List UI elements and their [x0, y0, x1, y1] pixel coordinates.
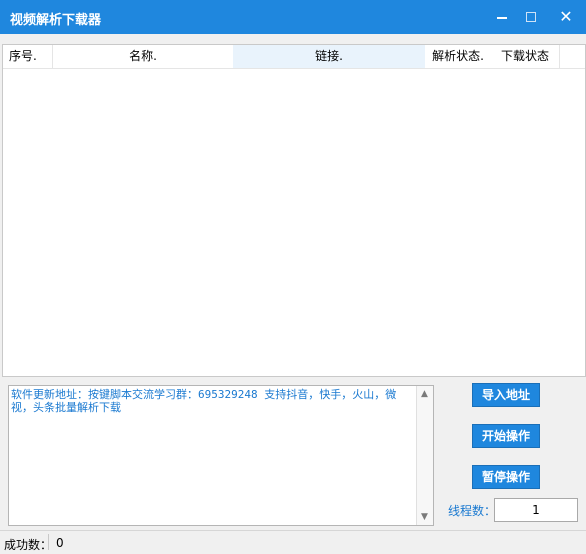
log-text: 软件更新地址：按键脚本交流学习群：695329248 支持抖音，快手，火山，微视…	[11, 388, 397, 414]
column-header-download-status[interactable]: 下载状态	[491, 45, 560, 68]
title-bar: 视频解析下载器 ✕	[0, 0, 586, 34]
thread-count-label: 线程数：	[448, 504, 497, 518]
log-textarea[interactable]: 软件更新地址：按键脚本交流学习群：695329248 支持抖音，快手，火山，微视…	[8, 385, 434, 526]
status-separator	[48, 534, 49, 550]
thread-count-input[interactable]: 1	[494, 498, 578, 522]
results-table[interactable]: 序号. 名称. 链接. 解析状态. 下载状态	[2, 44, 586, 377]
window-title: 视频解析下载器	[10, 13, 102, 28]
start-button[interactable]: 开始操作	[472, 424, 540, 448]
table-header: 序号. 名称. 链接. 解析状态. 下载状态	[3, 45, 585, 69]
close-icon: ✕	[559, 7, 573, 26]
success-count-label: 成功数：	[4, 538, 53, 552]
pause-button[interactable]: 暂停操作	[472, 465, 540, 489]
column-header-name[interactable]: 名称.	[53, 45, 234, 68]
maximize-button[interactable]	[512, 0, 548, 34]
log-scrollbar[interactable]: ▲ ▼	[416, 386, 433, 525]
close-button[interactable]: ✕	[548, 0, 584, 34]
column-header-index[interactable]: 序号.	[3, 45, 53, 68]
maximize-icon	[526, 12, 536, 22]
chevron-up-icon[interactable]: ▲	[421, 390, 429, 399]
import-button[interactable]: 导入地址	[472, 383, 540, 407]
status-bar: 成功数： 0	[0, 530, 586, 554]
column-header-link[interactable]: 链接.	[233, 45, 426, 68]
success-count-value: 0	[56, 536, 64, 550]
minimize-icon	[497, 17, 507, 19]
column-header-parse-status[interactable]: 解析状态.	[425, 45, 492, 68]
chevron-down-icon[interactable]: ▼	[421, 513, 429, 522]
